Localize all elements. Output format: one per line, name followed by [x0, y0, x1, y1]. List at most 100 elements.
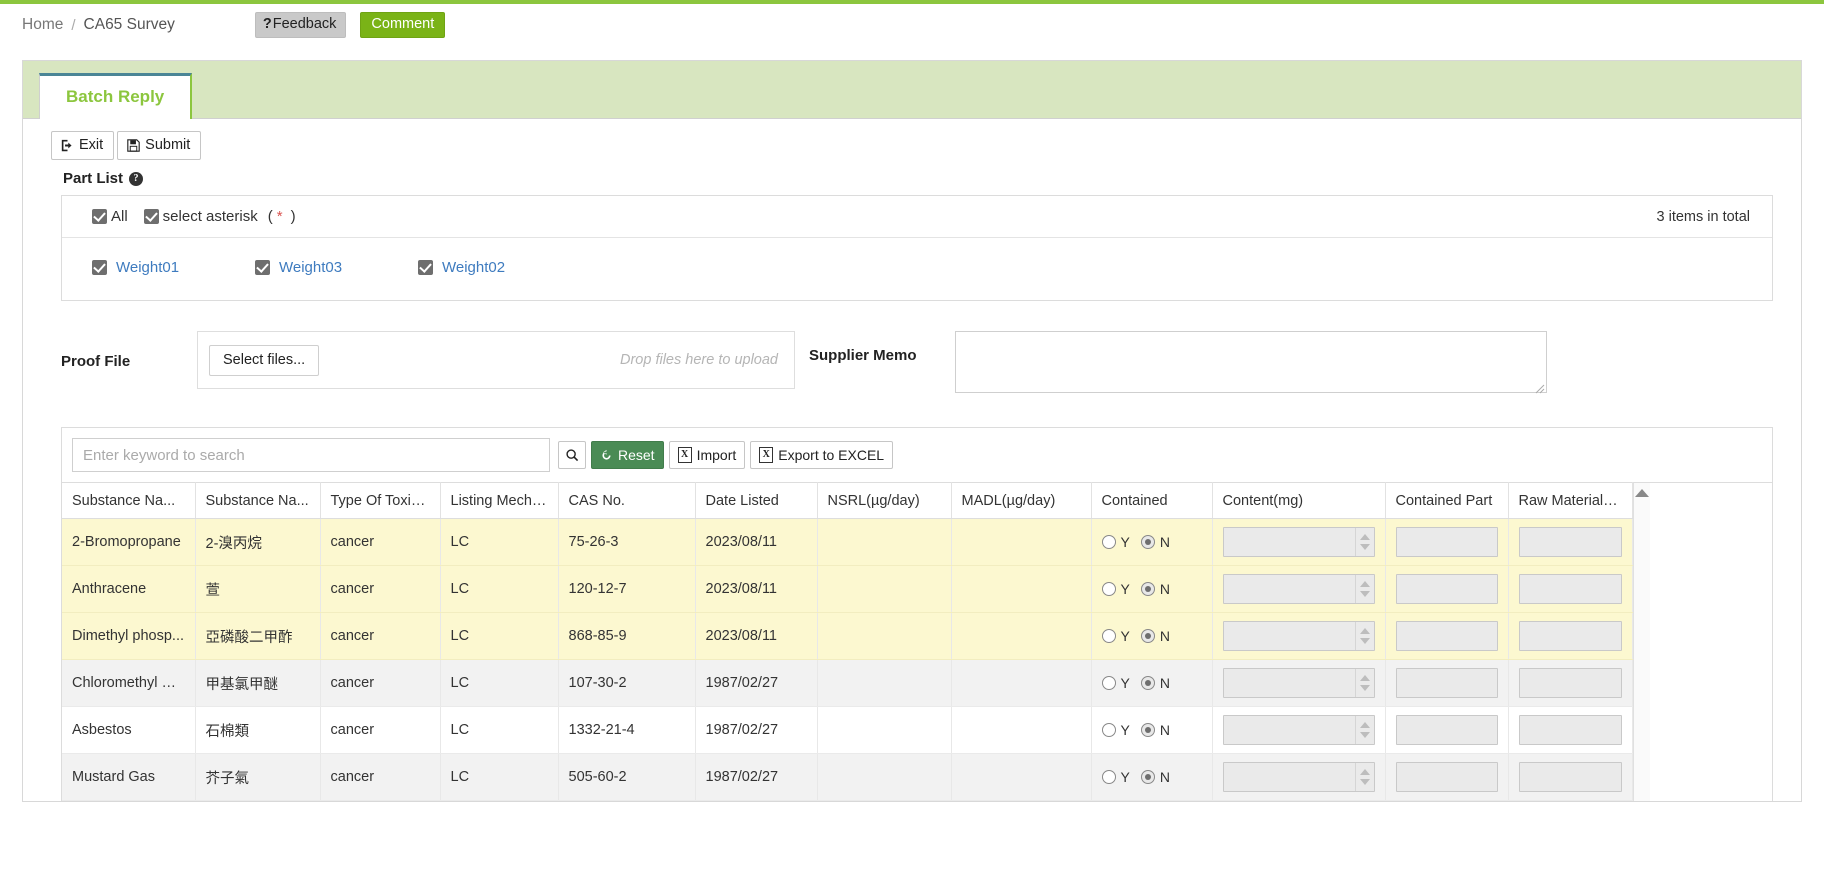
- content-input[interactable]: [1224, 716, 1355, 744]
- raw-material-input[interactable]: [1518, 715, 1622, 746]
- radio-contained-yes[interactable]: [1101, 676, 1116, 691]
- col-content-mg[interactable]: Content(mg): [1212, 482, 1386, 520]
- raw-material-input[interactable]: [1518, 574, 1622, 605]
- radio-contained-no[interactable]: [1140, 629, 1155, 644]
- help-icon[interactable]: ?: [129, 171, 144, 186]
- col-date-listed[interactable]: Date Listed: [695, 482, 818, 520]
- contained-part-input[interactable]: [1395, 574, 1498, 605]
- radio-contained-no[interactable]: [1140, 535, 1155, 550]
- content-stepper[interactable]: [1222, 621, 1375, 652]
- checkbox-weight01[interactable]: [92, 259, 107, 275]
- checkbox-weight03[interactable]: [255, 259, 270, 275]
- cell-content-mg: [1212, 706, 1386, 755]
- cell-madl: [951, 565, 1092, 614]
- content-stepper[interactable]: [1222, 762, 1375, 793]
- stepper-up-icon[interactable]: [1359, 675, 1370, 682]
- col-madl[interactable]: MADL(µg/day): [951, 482, 1092, 520]
- col-contained-part[interactable]: Contained Part: [1385, 482, 1509, 520]
- proof-file-dropzone[interactable]: Select files... Drop files here to uploa…: [197, 331, 795, 390]
- part-link-weight03[interactable]: Weight03: [279, 259, 342, 276]
- col-substance-name-zh[interactable]: Substance Na...: [195, 482, 321, 520]
- contained-part-input[interactable]: [1395, 527, 1498, 558]
- stepper-down-icon[interactable]: [1359, 544, 1370, 551]
- radio-contained-yes[interactable]: [1101, 770, 1116, 785]
- radio-label-no: N: [1159, 675, 1170, 692]
- cell-contained-part: [1385, 706, 1509, 755]
- raw-material-input[interactable]: [1518, 762, 1622, 793]
- content-stepper[interactable]: [1222, 668, 1375, 699]
- content-input[interactable]: [1224, 622, 1355, 650]
- radio-contained-no[interactable]: [1140, 770, 1155, 785]
- stepper-up-icon[interactable]: [1359, 581, 1370, 588]
- radio-contained-yes[interactable]: [1101, 582, 1116, 597]
- select-files-button[interactable]: Select files...: [209, 344, 320, 376]
- upload-memo-row: Proof File Select files... Drop files he…: [61, 301, 1787, 427]
- checkbox-select-asterisk[interactable]: [143, 209, 159, 225]
- cell-nsrl: [817, 659, 952, 708]
- table-row[interactable]: Dimethyl phosp... 亞磷酸二甲酢 cancer LC 868-85-9 2…: [62, 612, 1633, 661]
- contained-part-input[interactable]: [1395, 668, 1498, 699]
- cell-date-listed: 2023/08/11: [695, 518, 818, 567]
- contained-part-input[interactable]: [1395, 762, 1498, 793]
- comment-button[interactable]: Comment: [360, 11, 446, 39]
- table-row[interactable]: Chloromethyl m... 甲基氯甲醚 cancer LC 107-30-2 19…: [62, 659, 1633, 708]
- stepper-down-icon[interactable]: [1359, 591, 1370, 598]
- stepper-down-icon[interactable]: [1359, 779, 1370, 786]
- reset-button[interactable]: Reset: [591, 441, 664, 470]
- part-link-weight01[interactable]: Weight01: [116, 259, 179, 276]
- table-vertical-scrollbar[interactable]: [1632, 482, 1650, 802]
- stepper-down-icon[interactable]: [1359, 685, 1370, 692]
- checkbox-all[interactable]: [92, 209, 107, 225]
- content-input[interactable]: [1224, 528, 1355, 556]
- col-type-of-toxicity[interactable]: Type Of Toxicity: [320, 482, 441, 520]
- raw-material-input[interactable]: [1518, 621, 1622, 652]
- content-stepper[interactable]: [1222, 715, 1375, 746]
- col-listing-mechanism[interactable]: Listing Mechani...: [440, 482, 559, 520]
- col-contained[interactable]: Contained: [1091, 482, 1213, 520]
- stepper-down-icon[interactable]: [1359, 732, 1370, 739]
- raw-material-input[interactable]: [1518, 668, 1622, 699]
- tab-batch-reply[interactable]: Batch Reply: [39, 73, 193, 119]
- raw-material-input[interactable]: [1518, 527, 1622, 558]
- export-excel-button[interactable]: X Export to EXCEL: [750, 441, 894, 470]
- stepper-up-icon[interactable]: [1359, 769, 1370, 776]
- radio-contained-no[interactable]: [1140, 676, 1155, 691]
- content-stepper[interactable]: [1222, 527, 1375, 558]
- col-cas-no[interactable]: CAS No.: [558, 482, 696, 520]
- part-link-weight02[interactable]: Weight02: [442, 259, 505, 276]
- radio-contained-yes[interactable]: [1101, 629, 1116, 644]
- content-input[interactable]: [1224, 669, 1355, 697]
- stepper-up-icon[interactable]: [1359, 722, 1370, 729]
- part-list-header: All select asterisk ( * ) 3 items in tot…: [62, 196, 1772, 239]
- breadcrumb-home[interactable]: Home: [22, 16, 63, 34]
- content-input[interactable]: [1224, 763, 1355, 791]
- scroll-up-arrow-icon[interactable]: [1634, 489, 1649, 498]
- radio-contained-yes[interactable]: [1101, 723, 1116, 738]
- search-button[interactable]: [558, 441, 586, 470]
- content-stepper[interactable]: [1222, 574, 1375, 605]
- contained-part-input[interactable]: [1395, 621, 1498, 652]
- part-list-label: Part List: [63, 170, 124, 188]
- feedback-button[interactable]: ? Feedback: [254, 11, 347, 39]
- stepper-down-icon[interactable]: [1359, 638, 1370, 645]
- import-button[interactable]: X Import: [668, 441, 746, 470]
- submit-button[interactable]: Submit: [117, 131, 202, 161]
- stepper-up-icon[interactable]: [1359, 534, 1370, 541]
- contained-part-input[interactable]: [1395, 715, 1498, 746]
- col-raw-material-name[interactable]: Raw Material N...: [1508, 482, 1633, 520]
- search-input[interactable]: [72, 438, 550, 473]
- table-row[interactable]: Anthracene 萱 cancer LC 120-12-7 2023/08/11 Y N: [62, 565, 1633, 614]
- checkbox-weight02[interactable]: [418, 259, 433, 275]
- col-substance-name-en[interactable]: Substance Na...: [62, 482, 196, 520]
- table-row[interactable]: 2-Bromopropane 2-溴丙烷 cancer LC 75-26-3 2023/0…: [62, 518, 1633, 567]
- radio-contained-no[interactable]: [1140, 582, 1155, 597]
- supplier-memo-textarea[interactable]: [955, 331, 1547, 394]
- col-nsrl[interactable]: NSRL(µg/day): [817, 482, 952, 520]
- stepper-up-icon[interactable]: [1359, 628, 1370, 635]
- content-input[interactable]: [1224, 575, 1355, 603]
- radio-contained-no[interactable]: [1140, 723, 1155, 738]
- exit-button[interactable]: Exit: [51, 131, 115, 161]
- radio-contained-yes[interactable]: [1101, 535, 1116, 550]
- table-row[interactable]: Asbestos 石棉類 cancer LC 1332-21-4 1987/02/27 Y N: [62, 706, 1633, 755]
- table-row[interactable]: Mustard Gas 芥子氣 cancer LC 505-60-2 1987/02/27…: [62, 753, 1633, 802]
